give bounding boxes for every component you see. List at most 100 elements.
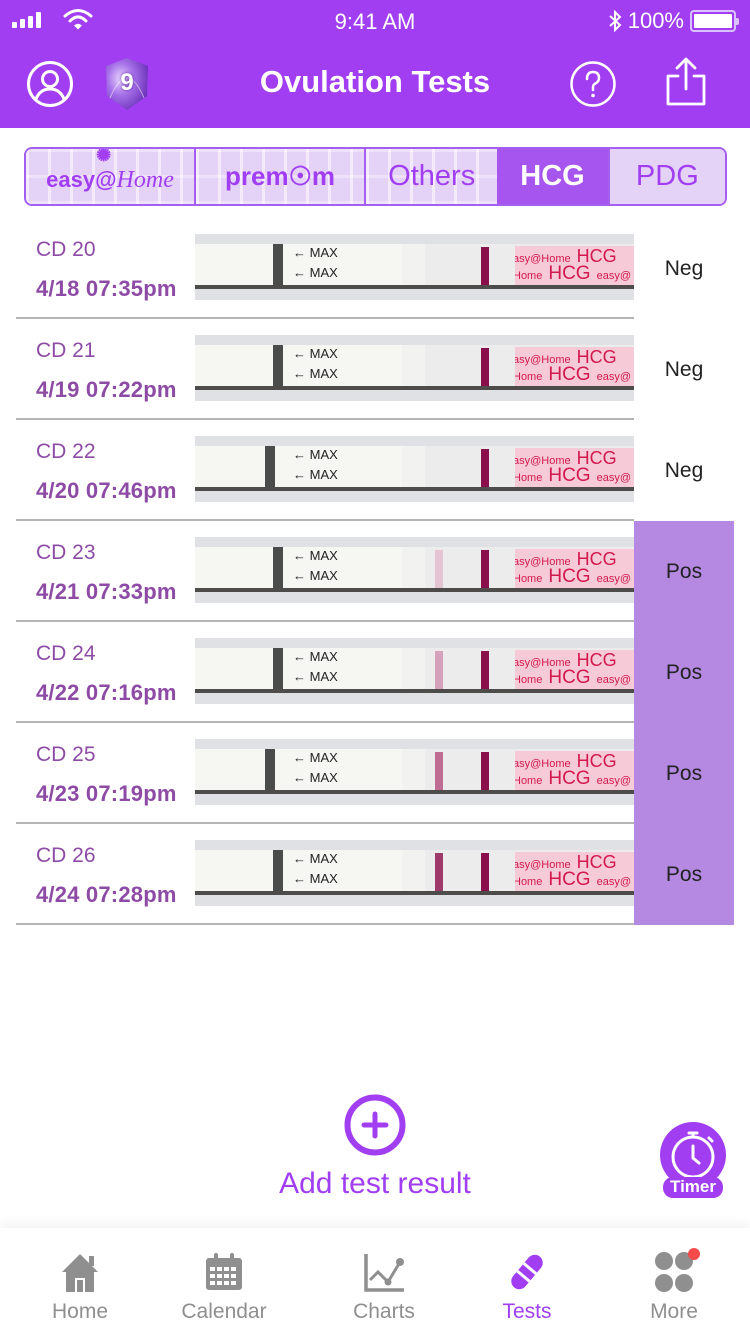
test-datetime: 4/23 07:19pm — [36, 781, 177, 806]
test-row[interactable]: CD 22 4/20 07:46pm ← MAX ← MAX asy@Home H… — [0, 420, 750, 521]
test-datetime: 4/24 07:28pm — [36, 882, 177, 907]
timer-label: Timer — [670, 1177, 716, 1196]
test-datetime: 4/20 07:46pm — [36, 478, 177, 503]
test-row[interactable]: CD 21 4/19 07:22pm ← MAX ← MAX asy@Home H… — [0, 319, 750, 420]
strip-dip-marker — [265, 446, 275, 488]
strip-control-line — [481, 348, 489, 388]
test-result[interactable]: Pos — [634, 521, 734, 622]
strip-edge — [195, 487, 634, 491]
strip-max-label: ← MAX — [293, 265, 338, 280]
strip-control-line — [481, 247, 489, 287]
test-strip-photo[interactable]: ← MAX ← MAX asy@Home HCG Home HCG easy@ — [195, 638, 634, 704]
easy-at-home-logo: ✺ easy@Home — [46, 147, 174, 193]
strip-max-label: ← MAX — [293, 649, 338, 664]
tab-label: HCG — [520, 160, 585, 192]
tab-home[interactable]: Home — [5, 1228, 155, 1334]
test-result[interactable]: Neg — [634, 218, 734, 319]
navigation-bar: 9 Ovulation Tests — [0, 40, 750, 128]
tab-more[interactable]: More — [599, 1228, 749, 1334]
brand-segmented-control: ✺ easy@Home prem☉m Others HCG PDG — [24, 147, 727, 206]
strip-brand-label: asy@Home HCG Home HCG easy@ — [515, 246, 634, 286]
row-divider — [16, 923, 634, 925]
strip-control-line — [481, 550, 489, 590]
test-strip-photo[interactable]: ← MAX ← MAX asy@Home HCG Home HCG easy@ — [195, 234, 634, 300]
strip-test-line — [435, 853, 443, 893]
strip-brand-label: asy@Home HCG Home HCG easy@ — [515, 852, 634, 892]
tab-calendar[interactable]: Calendar — [149, 1228, 299, 1334]
strip-max-label: ← MAX — [293, 245, 338, 260]
strip-pad — [402, 345, 425, 387]
status-right: 100% — [608, 8, 739, 34]
tab-easy-at-home[interactable]: ✺ easy@Home — [26, 147, 197, 204]
help-icon[interactable] — [569, 60, 617, 108]
strip-brand-label: asy@Home HCG Home HCG easy@ — [515, 751, 634, 791]
test-strip-photo[interactable]: ← MAX ← MAX asy@Home HCG Home HCG easy@ — [195, 840, 634, 906]
test-row[interactable]: CD 25 4/23 07:19pm ← MAX ← MAX asy@Home H… — [0, 723, 750, 824]
strip-max-label: ← MAX — [293, 851, 338, 866]
test-datetime: 4/22 07:16pm — [36, 680, 177, 705]
tab-pdg[interactable]: PDG — [607, 149, 725, 204]
tab-premom[interactable]: prem☉m — [196, 149, 367, 204]
test-strip-photo[interactable]: ← MAX ← MAX asy@Home HCG Home HCG easy@ — [195, 335, 634, 401]
notification-dot — [688, 1248, 700, 1260]
strip-max-label: ← MAX — [293, 750, 338, 765]
strip-dip-marker — [273, 244, 283, 286]
test-result[interactable]: Pos — [634, 824, 734, 925]
test-row[interactable]: CD 24 4/22 07:16pm ← MAX ← MAX asy@Home H… — [0, 622, 750, 723]
strip-control-line — [481, 853, 489, 893]
strip-dip-marker — [273, 345, 283, 387]
tab-tests[interactable]: Tests — [452, 1228, 602, 1334]
strip-test-line — [435, 752, 443, 792]
add-test-result-button[interactable]: Add test result — [0, 1167, 750, 1201]
test-row[interactable]: CD 26 4/24 07:28pm ← MAX ← MAX asy@Home H… — [0, 824, 750, 925]
strip-dip-marker — [273, 547, 283, 589]
strip-test-line — [435, 651, 443, 691]
test-strip-photo[interactable]: ← MAX ← MAX asy@Home HCG Home HCG easy@ — [195, 537, 634, 603]
calendar-icon — [206, 1253, 242, 1290]
strip-max-label: ← MAX — [293, 447, 338, 462]
share-icon[interactable] — [662, 56, 710, 108]
strip-edge — [195, 891, 634, 895]
test-strip-photo[interactable]: ← MAX ← MAX asy@Home HCG Home HCG easy@ — [195, 436, 634, 502]
test-result[interactable]: Pos — [634, 622, 734, 723]
tab-label: PDG — [635, 160, 699, 192]
test-row[interactable]: CD 23 4/21 07:33pm ← MAX ← MAX asy@Home H… — [0, 521, 750, 622]
test-datetime: 4/19 07:22pm — [36, 377, 177, 402]
strip-max-label: ← MAX — [293, 346, 338, 361]
strip-brand-label: asy@Home HCG Home HCG easy@ — [515, 650, 634, 690]
cycle-day: CD 23 — [36, 541, 96, 564]
tab-label: Home — [51, 1300, 109, 1323]
tab-label: Calendar — [181, 1300, 267, 1323]
test-result[interactable]: Neg — [634, 420, 734, 521]
strip-max-label: ← MAX — [293, 548, 338, 563]
test-row[interactable]: CD 20 4/18 07:35pm ← MAX ← MAX asy@Home H… — [0, 218, 750, 319]
strip-control-line — [481, 449, 489, 489]
tab-others[interactable]: Others — [366, 149, 498, 204]
strip-edge — [195, 588, 634, 592]
tab-label: Charts — [353, 1300, 415, 1323]
tab-label: Tests — [502, 1300, 552, 1323]
strip-edge — [195, 790, 634, 794]
add-circle-icon[interactable] — [344, 1094, 406, 1156]
premom-logo: prem☉m — [225, 161, 336, 191]
strip-pad — [402, 648, 425, 690]
tab-hcg[interactable]: HCG — [497, 149, 608, 204]
test-result[interactable]: Neg — [634, 319, 734, 420]
tab-charts[interactable]: Charts — [309, 1228, 459, 1334]
strip-brand-label: asy@Home HCG Home HCG easy@ — [515, 448, 634, 488]
strip-pad — [402, 850, 425, 892]
timer-button[interactable]: Timer — [659, 1121, 727, 1199]
strip-control-line — [481, 651, 489, 691]
chart-icon — [364, 1254, 404, 1292]
test-strip-photo[interactable]: ← MAX ← MAX asy@Home HCG Home HCG easy@ — [195, 739, 634, 805]
battery-icon — [690, 10, 739, 32]
strip-max-label: ← MAX — [293, 366, 338, 381]
strip-pad — [402, 244, 425, 286]
test-result[interactable]: Pos — [634, 723, 734, 824]
test-datetime: 4/21 07:33pm — [36, 579, 177, 604]
cycle-day: CD 26 — [36, 844, 96, 867]
strip-pad — [402, 547, 425, 589]
cycle-day: CD 22 — [36, 440, 96, 463]
strip-brand-label: asy@Home HCG Home HCG easy@ — [515, 347, 634, 387]
test-datetime: 4/18 07:35pm — [36, 276, 177, 301]
